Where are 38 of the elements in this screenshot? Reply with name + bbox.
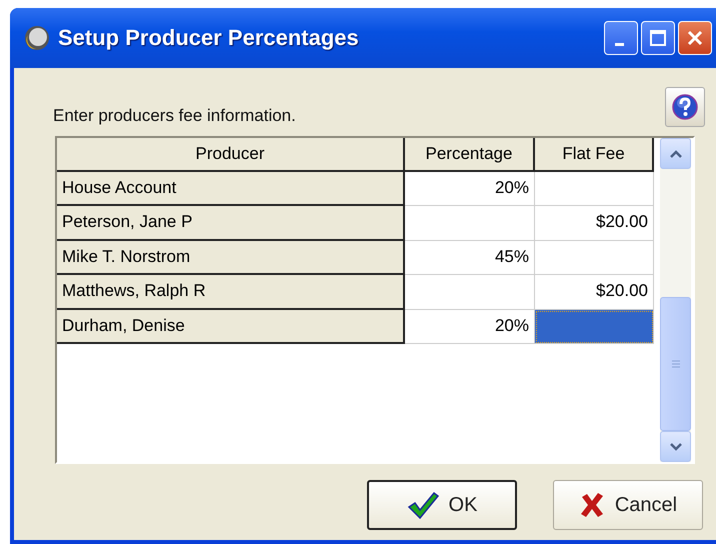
ok-button[interactable]: OK xyxy=(367,480,517,530)
table-cell[interactable] xyxy=(405,275,535,310)
table-cell: Matthews, Ralph R xyxy=(57,275,405,310)
sphere-icon xyxy=(24,25,50,51)
table-cell: Mike T. Norstrom xyxy=(57,240,405,276)
scroll-thumb[interactable] xyxy=(660,297,691,431)
chevron-up-icon xyxy=(670,150,682,158)
window-title: Setup Producer Percentages xyxy=(58,25,360,51)
table-cell: Peterson, Jane P xyxy=(57,206,405,241)
scroll-down-button[interactable] xyxy=(660,431,691,462)
column-header[interactable]: Percentage xyxy=(405,138,535,172)
table-cell[interactable] xyxy=(405,206,535,241)
scroll-up-button[interactable] xyxy=(660,138,691,169)
minimize-icon xyxy=(614,42,624,46)
maximize-button[interactable] xyxy=(641,21,675,55)
grip-icon xyxy=(670,360,680,368)
help-button[interactable] xyxy=(665,87,705,127)
column-header[interactable]: Flat Fee xyxy=(535,138,654,172)
table-cell[interactable]: 45% xyxy=(405,240,535,276)
close-icon xyxy=(686,29,704,47)
help-icon xyxy=(671,93,699,121)
instruction-text: Enter producers fee information. xyxy=(53,106,296,126)
table-cell[interactable] xyxy=(535,172,654,206)
table-cell[interactable]: $20.00 xyxy=(535,206,654,241)
table-cell[interactable] xyxy=(535,310,654,344)
table-cell[interactable]: 20% xyxy=(405,172,535,206)
column-header[interactable]: Producer xyxy=(57,138,405,172)
close-button[interactable] xyxy=(678,21,712,55)
minimize-button[interactable] xyxy=(604,21,638,55)
cancel-button[interactable]: Cancel xyxy=(553,480,703,530)
table-cell[interactable] xyxy=(535,240,654,276)
scrollbar[interactable] xyxy=(660,138,691,462)
table-cell: House Account xyxy=(57,172,405,206)
cross-icon xyxy=(578,492,605,518)
table-cell: Durham, Denise xyxy=(57,310,405,344)
chevron-down-icon xyxy=(670,442,682,450)
maximize-icon xyxy=(649,29,667,47)
checkmark-icon xyxy=(406,491,439,519)
